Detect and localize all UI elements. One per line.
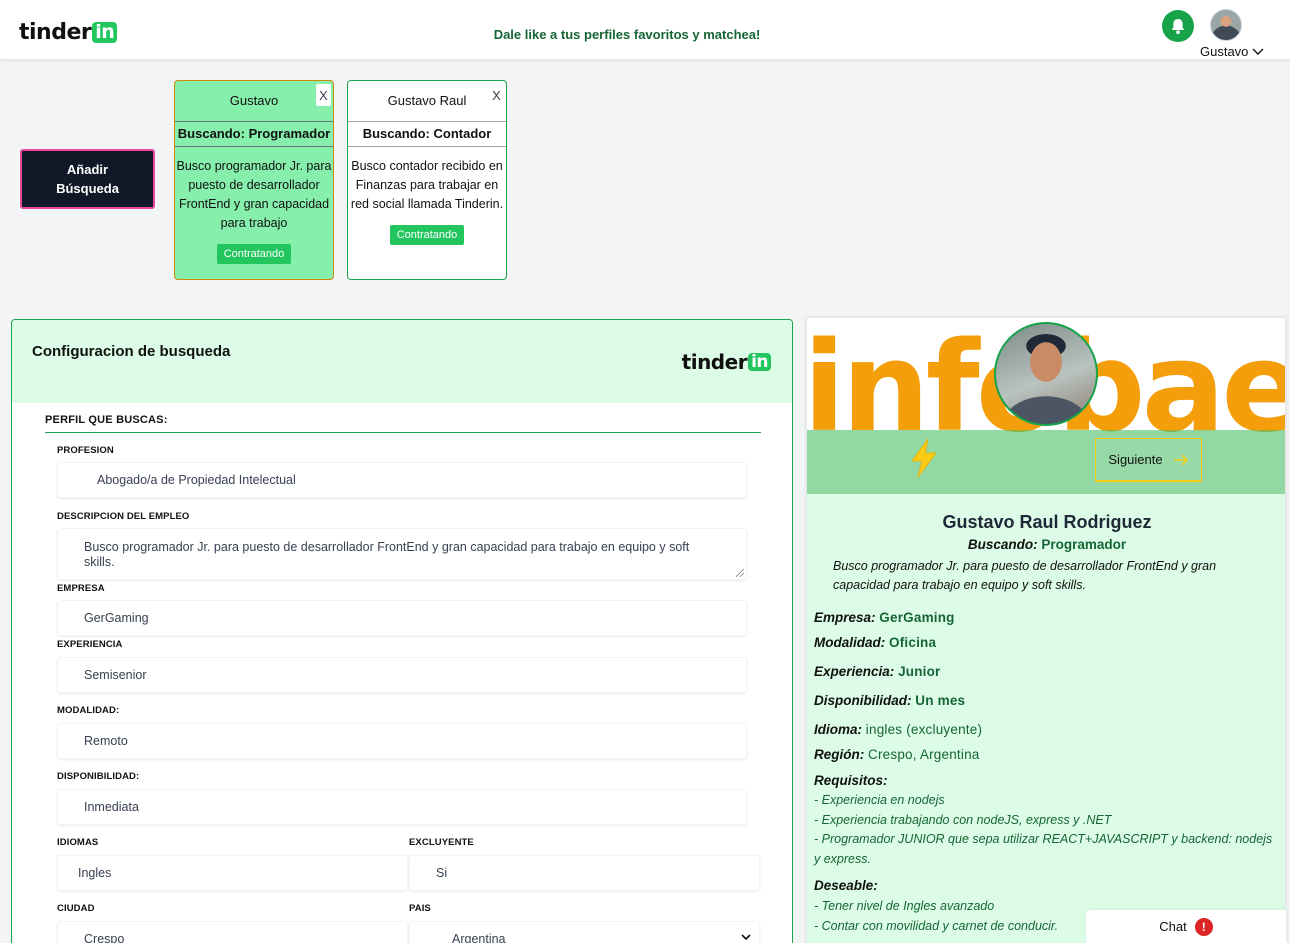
idiomas-select[interactable]: Ingles [57, 855, 408, 891]
alert-icon: ! [1194, 917, 1213, 936]
search-card[interactable]: X Gustavo Raul Buscando: Contador Busco … [347, 80, 507, 280]
chevron-down-icon [1252, 48, 1264, 55]
resize-handle-icon[interactable] [736, 569, 744, 577]
modalidad-row-label: Modalidad: [814, 635, 886, 650]
profile-banner: infobae Siguiente [807, 318, 1285, 494]
profile-description: Busco programador Jr. para puesto de des… [833, 559, 1217, 592]
next-profile-button[interactable]: Siguiente [1095, 438, 1202, 482]
pais-select[interactable]: Argentina [409, 921, 760, 943]
logo-badge: in [748, 352, 771, 372]
ciudad-label: CIUDAD [57, 903, 95, 914]
chat-button[interactable]: Chat ! [1086, 910, 1286, 943]
config-header: Configuracion de busqueda tinder in [12, 320, 792, 403]
profesion-value: Abogado/a de Propiedad Intelectual [97, 473, 296, 487]
profesion-select[interactable]: Abogado/a de Propiedad Intelectual [57, 462, 747, 498]
descripcion-textarea[interactable]: Busco programador Jr. para puesto de des… [57, 528, 747, 580]
experiencia-select[interactable]: Semisenior [57, 657, 747, 693]
profile-avatar [994, 322, 1098, 426]
section-title: PERFIL QUE BUSCAS: [45, 414, 761, 433]
idiomas-label: IDIOMAS [57, 837, 99, 848]
modalidad-value: Remoto [84, 734, 128, 748]
modalidad-label: MODALIDAD: [57, 705, 120, 716]
list-item: - Experiencia trabajando con nodeJS, exp… [814, 812, 1112, 827]
chevron-down-icon [741, 934, 751, 941]
experiencia-value: Semisenior [84, 668, 147, 682]
excluyente-value: Si [436, 866, 448, 880]
close-card-button[interactable]: X [489, 84, 504, 106]
empresa-input[interactable]: GerGaming [57, 600, 747, 636]
modalidad-select[interactable]: Remoto [57, 723, 747, 759]
looking-value: Programador [1041, 537, 1127, 552]
close-card-button[interactable]: X [316, 84, 331, 106]
disponibilidad-select[interactable]: Inmediata [57, 789, 747, 825]
requisitos-list: - Experiencia en nodejs - Experiencia tr… [814, 791, 1280, 869]
profile-idioma: Idioma: ingles (excluyente) [814, 722, 982, 737]
config-title: Configuracion de busqueda [32, 343, 231, 360]
profile-region: Región: Crespo, Argentina [814, 747, 979, 762]
search-card[interactable]: X Gustavo Buscando: Programador Busco pr… [174, 80, 334, 280]
status-badge: Contratando [216, 244, 292, 264]
ciudad-value: Crespo [84, 932, 125, 943]
idioma-row-value: ingles (excluyente) [865, 722, 983, 737]
experiencia-row-value: Junior [898, 664, 941, 679]
search-card-description: Busco programador Jr. para puesto de des… [176, 159, 332, 230]
empresa-row-value: GerGaming [879, 610, 955, 625]
list-item: - Programador JUNIOR que sepa utilizar R… [814, 832, 1273, 866]
add-search-button[interactable]: Añadir Búsqueda [20, 149, 155, 209]
experiencia-row-label: Experiencia: [814, 664, 895, 679]
pais-label: PAIS [409, 903, 431, 914]
search-card-role: Buscando: Contador [348, 121, 506, 147]
top-navbar: tinder in Dale like a tus perfiles favori… [0, 0, 1290, 60]
search-card-name: Gustavo Raul [387, 93, 467, 108]
search-card-description: Busco contador recibido en Finanzas para… [350, 159, 504, 211]
tinderin-logo: tinder in [682, 350, 771, 374]
search-card-role: Buscando: Programador [175, 121, 333, 147]
header-tagline: Dale like a tus perfiles favoritos y mat… [493, 27, 761, 42]
modalidad-row-value: Oficina [889, 635, 937, 650]
banner-overlay [807, 430, 1285, 494]
experiencia-label: EXPERIENCIA [57, 639, 123, 650]
profile-modalidad: Modalidad: Oficina [814, 635, 936, 650]
disponibilidad-row-value: Un mes [915, 693, 966, 708]
user-avatar[interactable] [1210, 9, 1242, 41]
search-config-panel: Configuracion de busqueda tinder in PERFI… [11, 319, 793, 943]
pais-value: Argentina [452, 932, 506, 943]
profile-name: Gustavo Raul Rodriguez [942, 512, 1152, 532]
next-label: Siguiente [1108, 452, 1163, 467]
profile-empresa: Empresa: GerGaming [814, 610, 955, 625]
disponibilidad-value: Inmediata [84, 800, 139, 814]
empresa-label: EMPRESA [57, 583, 105, 594]
user-menu[interactable]: Gustavo [1200, 44, 1264, 59]
list-item: - Experiencia en nodejs [814, 793, 945, 807]
logo-text: tinder [681, 350, 748, 374]
profile-disponibilidad: Disponibilidad: Un mes [814, 693, 965, 708]
descripcion-value: Busco programador Jr. para puesto de des… [84, 540, 690, 569]
disponibilidad-row-label: Disponibilidad: [814, 693, 912, 708]
looking-label: Buscando: [967, 537, 1038, 552]
profile-card: infobae Siguiente Gustavo Raul Rodriguez… [806, 317, 1286, 943]
profesion-label: PROFESION [57, 445, 114, 456]
user-name-label: Gustavo [1200, 44, 1249, 59]
disponibilidad-label: DISPONIBILIDAD: [57, 771, 140, 782]
lightning-icon[interactable] [907, 438, 941, 478]
empresa-row-label: Empresa: [814, 610, 876, 625]
notifications-bell-icon[interactable] [1162, 10, 1194, 42]
ciudad-input[interactable]: Crespo [57, 921, 408, 943]
excluyente-select[interactable]: Si [409, 855, 760, 891]
requisitos-label: Requisitos: [814, 773, 888, 788]
search-card-name: Gustavo [229, 93, 279, 108]
arrow-right-icon [1173, 453, 1188, 466]
status-badge: Contratando [389, 225, 465, 245]
descripcion-label: DESCRIPCION DEL EMPLEO [57, 511, 190, 522]
idioma-row-label: Idioma: [814, 722, 863, 737]
region-row-value: Crespo, Argentina [868, 747, 980, 762]
deseable-label: Deseable: [814, 878, 878, 893]
chat-label: Chat [1159, 919, 1187, 934]
profile-experiencia: Experiencia: Junior [814, 664, 941, 679]
region-row-label: Región: [814, 747, 865, 762]
profile-looking-for: Buscando: Programador [807, 537, 1285, 552]
idiomas-value: Ingles [78, 866, 112, 880]
excluyente-label: EXCLUYENTE [409, 837, 474, 848]
empresa-value: GerGaming [84, 611, 149, 625]
